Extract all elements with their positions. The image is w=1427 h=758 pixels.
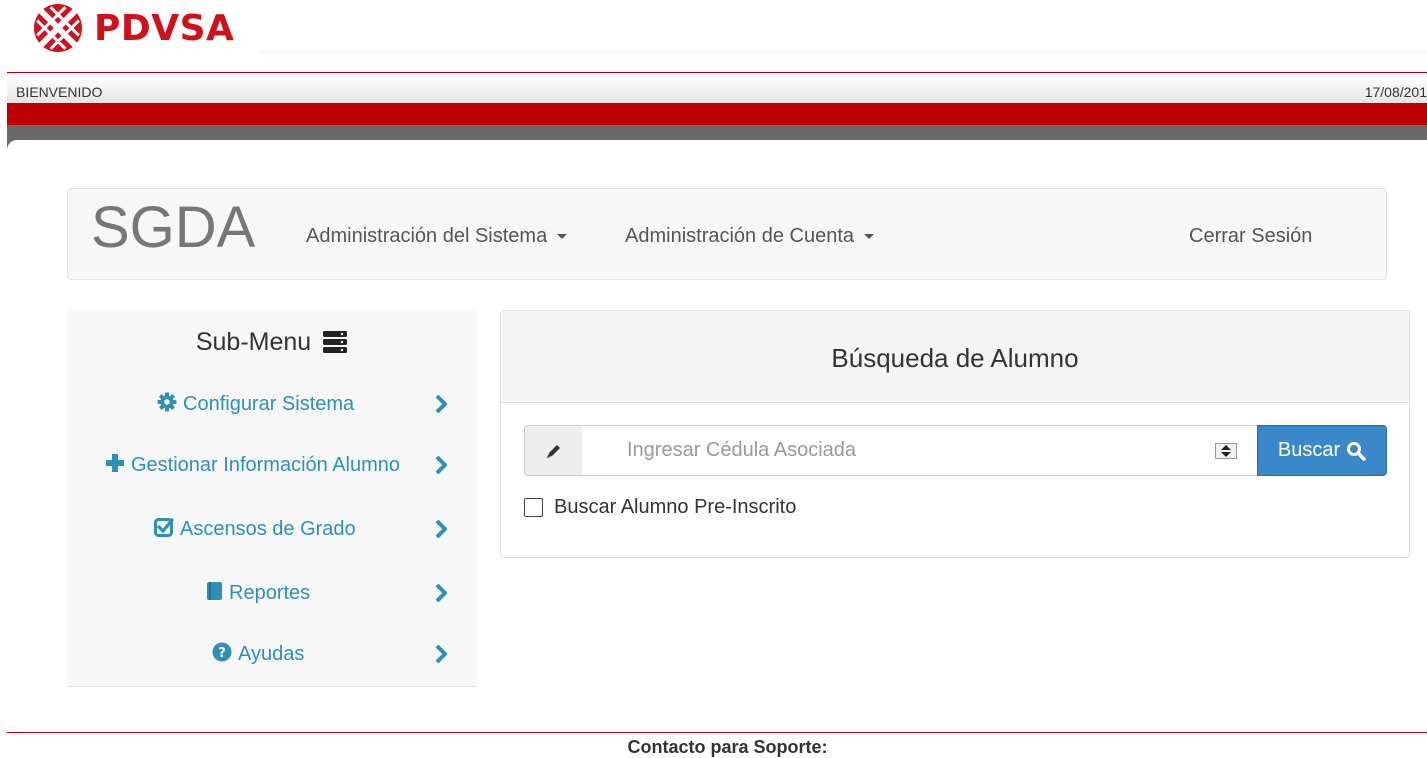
sub-menu: Sub-Menu Configurar Sistema Gestionar In… bbox=[67, 310, 477, 687]
logout-link[interactable]: Cerrar Sesión bbox=[1189, 225, 1312, 248]
check-square-icon bbox=[154, 518, 174, 537]
svg-text:?: ? bbox=[218, 646, 226, 661]
cedula-search-input[interactable] bbox=[582, 425, 1258, 476]
nav-admin-sistema-label: Administración del Sistema bbox=[306, 225, 548, 247]
red-band bbox=[7, 103, 1427, 125]
caret-down-icon bbox=[864, 234, 875, 240]
nav-admin-cuenta-label: Administración de Cuenta bbox=[625, 225, 855, 247]
server-icon bbox=[323, 331, 348, 353]
search-panel-header: Búsqueda de Alumno bbox=[501, 311, 1409, 403]
navbar-brand[interactable]: SGDA bbox=[91, 199, 255, 257]
footer-divider bbox=[7, 732, 1427, 733]
sub-menu-item-label: Gestionar Información Alumno bbox=[131, 454, 401, 476]
sub-menu-item-ayudas[interactable]: ? Ayudas bbox=[67, 642, 477, 672]
chevron-right-icon bbox=[435, 394, 447, 414]
sub-menu-item-ascensos-grado[interactable]: Ascensos de Grado bbox=[67, 517, 477, 547]
search-button[interactable]: Buscar bbox=[1257, 425, 1387, 476]
pencil-icon bbox=[546, 444, 560, 458]
sub-menu-title-text: Sub-Menu bbox=[195, 328, 312, 356]
sub-menu-item-gestionar-alumno[interactable]: Gestionar Información Alumno bbox=[67, 453, 477, 483]
search-panel-title: Búsqueda de Alumno bbox=[831, 343, 1079, 373]
sub-menu-item-link[interactable]: Reportes bbox=[205, 581, 310, 605]
question-circle-icon: ? bbox=[212, 642, 232, 662]
spinner-arrows-icon bbox=[1221, 445, 1231, 457]
nav-admin-sistema[interactable]: Administración del Sistema bbox=[306, 225, 568, 248]
plus-icon bbox=[106, 454, 124, 472]
main-navbar: SGDA Administración del Sistema Administ… bbox=[67, 188, 1387, 280]
sub-menu-item-label: Reportes bbox=[229, 582, 311, 604]
number-spinner[interactable] bbox=[1215, 443, 1237, 459]
pre-inscrito-label[interactable]: Buscar Alumno Pre-Inscrito bbox=[554, 496, 796, 519]
sub-menu-item-link[interactable]: Configurar Sistema bbox=[157, 392, 354, 416]
pdvsa-logo: PDVSA bbox=[26, 2, 234, 54]
sub-menu-item-link[interactable]: Ascensos de Grado bbox=[154, 517, 356, 541]
book-icon bbox=[207, 582, 222, 600]
gear-icon bbox=[157, 392, 177, 412]
welcome-bar: BIENVENIDO 17/08/201 bbox=[7, 72, 1427, 103]
current-date: 17/08/201 bbox=[1364, 84, 1427, 100]
search-icon bbox=[1347, 441, 1366, 461]
search-button-label: Buscar bbox=[1277, 439, 1341, 461]
sub-menu-title: Sub-Menu bbox=[67, 328, 477, 357]
sub-menu-item-label: Configurar Sistema bbox=[183, 393, 355, 415]
caret-down-icon bbox=[557, 234, 568, 240]
pdvsa-emblem-icon bbox=[34, 4, 82, 52]
chevron-right-icon bbox=[435, 644, 447, 664]
sub-menu-item-label: Ascensos de Grado bbox=[180, 518, 356, 540]
footer-contact: Contacto para Soporte: bbox=[627, 737, 828, 757]
sub-menu-item-link[interactable]: Gestionar Información Alumno bbox=[105, 453, 400, 477]
pre-inscrito-checkbox[interactable] bbox=[524, 497, 543, 517]
search-panel: Búsqueda de Alumno Buscar Buscar Alumno … bbox=[500, 310, 1410, 558]
chevron-right-icon bbox=[435, 519, 447, 539]
sub-menu-item-link[interactable]: ? Ayudas bbox=[212, 642, 304, 666]
logo-bar: PDVSA bbox=[0, 0, 1427, 60]
sub-menu-item-label: Ayudas bbox=[238, 643, 305, 665]
header-shadow bbox=[260, 50, 1427, 58]
chevron-right-icon bbox=[435, 583, 447, 603]
logo-text: PDVSA bbox=[94, 7, 235, 49]
nav-admin-cuenta[interactable]: Administración de Cuenta bbox=[625, 225, 875, 248]
welcome-text: BIENVENIDO bbox=[16, 84, 103, 100]
chevron-right-icon bbox=[435, 455, 447, 475]
pre-inscrito-option[interactable]: Buscar Alumno Pre-Inscrito bbox=[524, 496, 796, 518]
input-addon bbox=[524, 425, 583, 476]
sub-menu-item-configurar-sistema[interactable]: Configurar Sistema bbox=[67, 392, 477, 422]
sub-menu-item-reportes[interactable]: Reportes bbox=[67, 581, 477, 611]
